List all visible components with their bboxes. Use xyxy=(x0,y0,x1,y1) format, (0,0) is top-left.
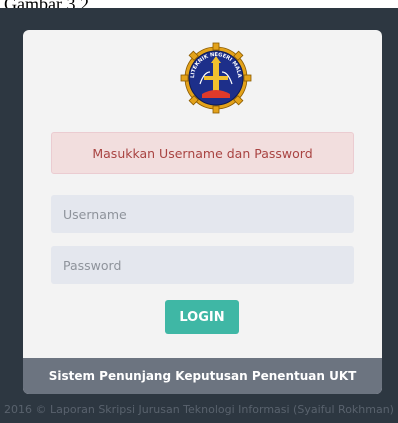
page-footer: 2016 © Laporan Skripsi Jurusan Teknologi… xyxy=(4,403,394,416)
password-input[interactable] xyxy=(51,246,354,284)
error-alert-message: Masukkan Username dan Password xyxy=(92,145,313,161)
login-button[interactable]: LOGIN xyxy=(165,300,239,334)
app-title: Sistem Penunjang Keputusan Penentuan UKT xyxy=(48,369,357,383)
username-input[interactable] xyxy=(51,195,354,233)
login-card: POLITEKNIK NEGERI MALANG Masukkan Userna… xyxy=(23,30,382,394)
page-background: POLITEKNIK NEGERI MALANG Masukkan Userna… xyxy=(0,8,398,423)
card-footer: Sistem Penunjang Keputusan Penentuan UKT xyxy=(23,358,382,394)
polinema-logo-icon: POLITEKNIK NEGERI MALANG xyxy=(180,42,252,114)
error-alert: Masukkan Username dan Password xyxy=(51,132,354,174)
